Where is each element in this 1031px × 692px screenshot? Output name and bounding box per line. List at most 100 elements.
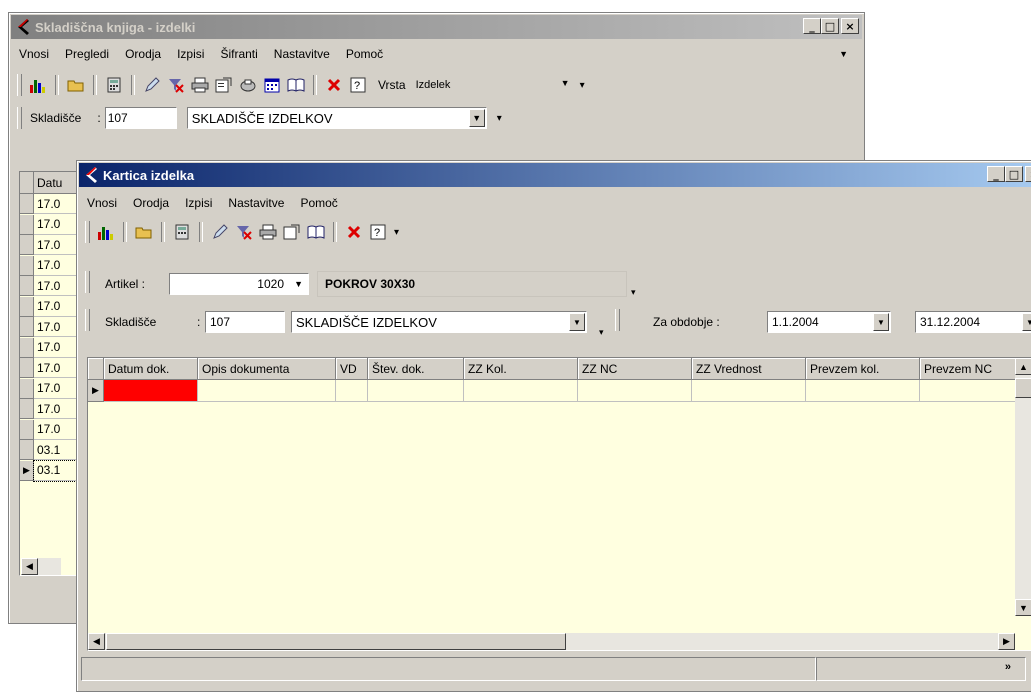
menu-izpisi[interactable]: Izpisi: [169, 47, 212, 61]
skladisce-dropdown-icon[interactable]: ▼: [569, 313, 585, 331]
menu-sifranti[interactable]: Šifranti: [212, 47, 265, 61]
menu-orodja[interactable]: Orodja: [117, 47, 169, 61]
skladisce-overflow-icon[interactable]: ▾: [599, 327, 604, 338]
selected-cell[interactable]: [104, 380, 198, 402]
filter-remove-icon[interactable]: [233, 221, 255, 243]
row-indicator: ▶: [20, 460, 34, 481]
properties-icon[interactable]: [213, 74, 235, 96]
hscroll-thumb[interactable]: [106, 633, 566, 650]
col-prevzem-kol[interactable]: Prevzem kol.: [806, 358, 920, 380]
help-icon[interactable]: ?: [347, 74, 369, 96]
delete-icon[interactable]: [343, 221, 365, 243]
col-vd[interactable]: VD: [336, 358, 368, 380]
col-zz-nc[interactable]: ZZ NC: [578, 358, 692, 380]
date-to: 31.12.2004: [920, 315, 981, 329]
vscroll-thumb[interactable]: [1015, 378, 1031, 398]
skladisce-code-field[interactable]: 107: [205, 311, 285, 333]
col-stev-dok[interactable]: Štev. dok.: [368, 358, 464, 380]
back-skladisce-code-field[interactable]: 107: [104, 107, 177, 129]
calendar-icon[interactable]: [261, 74, 283, 96]
menu-pregledi[interactable]: Pregledi: [57, 47, 117, 61]
print-preview-icon[interactable]: [237, 74, 259, 96]
toolbar-grip[interactable]: [85, 221, 90, 243]
close-button[interactable]: ×: [841, 18, 859, 34]
properties-icon[interactable]: [281, 221, 303, 243]
date-to-dropdown-icon[interactable]: ▼: [1022, 313, 1031, 331]
grid-vscroll[interactable]: ▲ ▼: [1015, 358, 1031, 616]
menu-pomoc[interactable]: Pomoč: [338, 47, 391, 61]
back-hscroll[interactable]: ◀: [21, 558, 61, 575]
vrsta-dropdown-icon[interactable]: ▼: [561, 78, 570, 88]
open-folder-icon[interactable]: [65, 74, 87, 96]
open-folder-icon[interactable]: [133, 221, 155, 243]
minimize-button[interactable]: _: [803, 18, 821, 34]
row-indicator: [20, 235, 34, 255]
col-zz-vrednost[interactable]: ZZ Vrednost: [692, 358, 806, 380]
filter-overflow-icon[interactable]: ▾: [497, 113, 502, 124]
menu-pomoc[interactable]: Pomoč: [292, 196, 345, 210]
scroll-down-icon[interactable]: ▼: [1015, 599, 1031, 616]
calculator-icon[interactable]: [171, 221, 193, 243]
minimize-button[interactable]: _: [987, 166, 1005, 182]
back-window-titlebar[interactable]: Skladiščna knjiga - izdelki _ □ ×: [11, 15, 862, 39]
skladisce-name: SKLADIŠČE IZDELKOV: [296, 314, 437, 330]
scroll-right-icon[interactable]: ▶: [998, 633, 1015, 650]
close-button[interactable]: ×: [1025, 166, 1031, 182]
chart-icon[interactable]: [95, 221, 117, 243]
document-grid[interactable]: Datum dok. Opis dokumenta VD Štev. dok. …: [87, 357, 1031, 651]
front-window-titlebar[interactable]: Kartica izdelka _ □ ×: [79, 163, 1031, 187]
delete-icon[interactable]: [323, 74, 345, 96]
help-icon[interactable]: ?: [367, 221, 389, 243]
grid-hscroll[interactable]: ◀ ▶: [88, 633, 1015, 650]
back-skladisce-colon: :: [97, 111, 101, 125]
col-zz-kol[interactable]: ZZ Kol.: [464, 358, 578, 380]
maximize-button[interactable]: □: [821, 18, 839, 34]
menu-vnosi[interactable]: Vnosi: [79, 196, 125, 210]
col-prevzem-nc[interactable]: Prevzem NC: [920, 358, 1017, 380]
pencil-icon[interactable]: [141, 74, 163, 96]
pencil-icon[interactable]: [209, 221, 231, 243]
vrsta-combo[interactable]: Izdelek ▼: [412, 75, 570, 95]
app-logo-icon: [86, 167, 97, 183]
resize-grip-icon[interactable]: »: [1005, 661, 1011, 673]
toolbar-overflow-icon[interactable]: ▾: [580, 80, 585, 91]
row-indicator: [20, 214, 34, 235]
back-skladisce-dropdown-icon[interactable]: ▼: [468, 109, 485, 127]
col-datum-dok[interactable]: Datum dok.: [104, 358, 198, 380]
chart-icon[interactable]: [27, 74, 49, 96]
print-icon[interactable]: [189, 74, 211, 96]
menu-nastavitve[interactable]: Nastavitve: [220, 196, 292, 210]
date-from-dropdown-icon[interactable]: ▼: [873, 313, 889, 331]
toolbar-overflow-icon[interactable]: ▾: [394, 227, 399, 238]
col-opis-dokumenta[interactable]: Opis dokumenta: [198, 358, 336, 380]
filter-remove-icon[interactable]: [165, 74, 187, 96]
scroll-left-icon[interactable]: ◀: [88, 633, 105, 650]
artikel-overflow-icon[interactable]: ▾: [631, 287, 636, 298]
vrsta-value: Izdelek: [415, 79, 451, 91]
book-icon[interactable]: [305, 221, 327, 243]
date-from-combo[interactable]: 1.1.2004 ▼: [767, 311, 891, 333]
scroll-up-icon[interactable]: ▲: [1015, 358, 1031, 375]
menu-vnosi[interactable]: Vnosi: [11, 47, 57, 61]
back-scroll-left-icon[interactable]: ◀: [21, 558, 38, 575]
menu-izpisi[interactable]: Izpisi: [177, 196, 220, 210]
skladisce-combo[interactable]: SKLADIŠČE IZDELKOV ▼: [291, 311, 587, 333]
menu-nastavitve[interactable]: Nastavitve: [266, 47, 338, 61]
svg-text:?: ?: [374, 227, 380, 239]
calculator-icon[interactable]: [103, 74, 125, 96]
row-indicator: [20, 296, 34, 317]
print-icon[interactable]: [257, 221, 279, 243]
menu-orodja[interactable]: Orodja: [125, 196, 177, 210]
toolbar-grip[interactable]: [17, 74, 22, 96]
maximize-button[interactable]: □: [1005, 166, 1023, 182]
menu-overflow-icon[interactable]: ▼: [839, 49, 848, 59]
table-row[interactable]: ▶: [88, 380, 1017, 402]
front-toolbar: ? ▾: [79, 217, 1031, 247]
back-skladisce-combo[interactable]: SKLADIŠČE IZDELKOV ▼: [186, 107, 487, 129]
book-icon[interactable]: [285, 74, 307, 96]
row-indicator: [20, 440, 34, 460]
date-to-combo[interactable]: 31.12.2004 ▼: [915, 311, 1031, 333]
artikel-code-field[interactable]: 1020 ▼: [169, 273, 309, 295]
artikel-dropdown-icon[interactable]: ▼: [294, 279, 303, 289]
status-panel-main: [81, 657, 816, 681]
